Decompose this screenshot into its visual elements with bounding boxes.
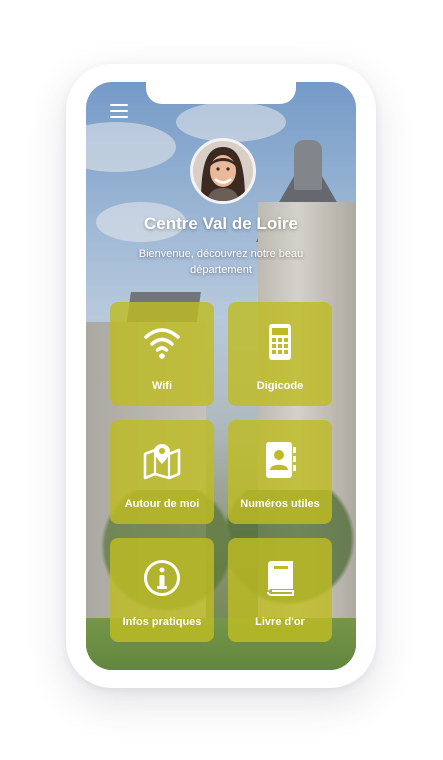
tile-infos-pratiques[interactable]: Infos pratiques	[110, 538, 214, 642]
tile-label: Numéros utiles	[240, 498, 320, 510]
tile-label: Autour de moi	[124, 498, 200, 510]
avatar	[190, 138, 256, 204]
tile-label: Livre d'or	[255, 616, 305, 628]
tile-label: Wifi	[151, 380, 173, 392]
hamburger-menu-icon[interactable]	[110, 104, 128, 118]
map-pin-icon	[143, 444, 181, 480]
keypad-icon	[269, 324, 291, 360]
tile-digicode[interactable]: Digicode	[228, 302, 332, 406]
welcome-text: Bienvenue, découvrez notre beau départem…	[138, 248, 304, 276]
tile-label: Digicode	[256, 380, 304, 392]
tile-label: Infos pratiques	[122, 616, 202, 628]
phone-notch	[146, 82, 296, 104]
book-icon	[267, 561, 294, 596]
contacts-book-icon	[266, 442, 296, 478]
tile-autour-de-moi[interactable]: Autour de moi	[110, 420, 214, 524]
tile-livre-dor[interactable]: Livre d'or	[228, 538, 332, 642]
tile-numeros-utiles[interactable]: Numéros utiles	[228, 420, 332, 524]
page-title: Centre Val de Loire	[144, 214, 298, 233]
tile-wifi[interactable]: Wifi	[110, 302, 214, 406]
wifi-icon	[144, 328, 180, 359]
info-icon	[144, 560, 180, 596]
